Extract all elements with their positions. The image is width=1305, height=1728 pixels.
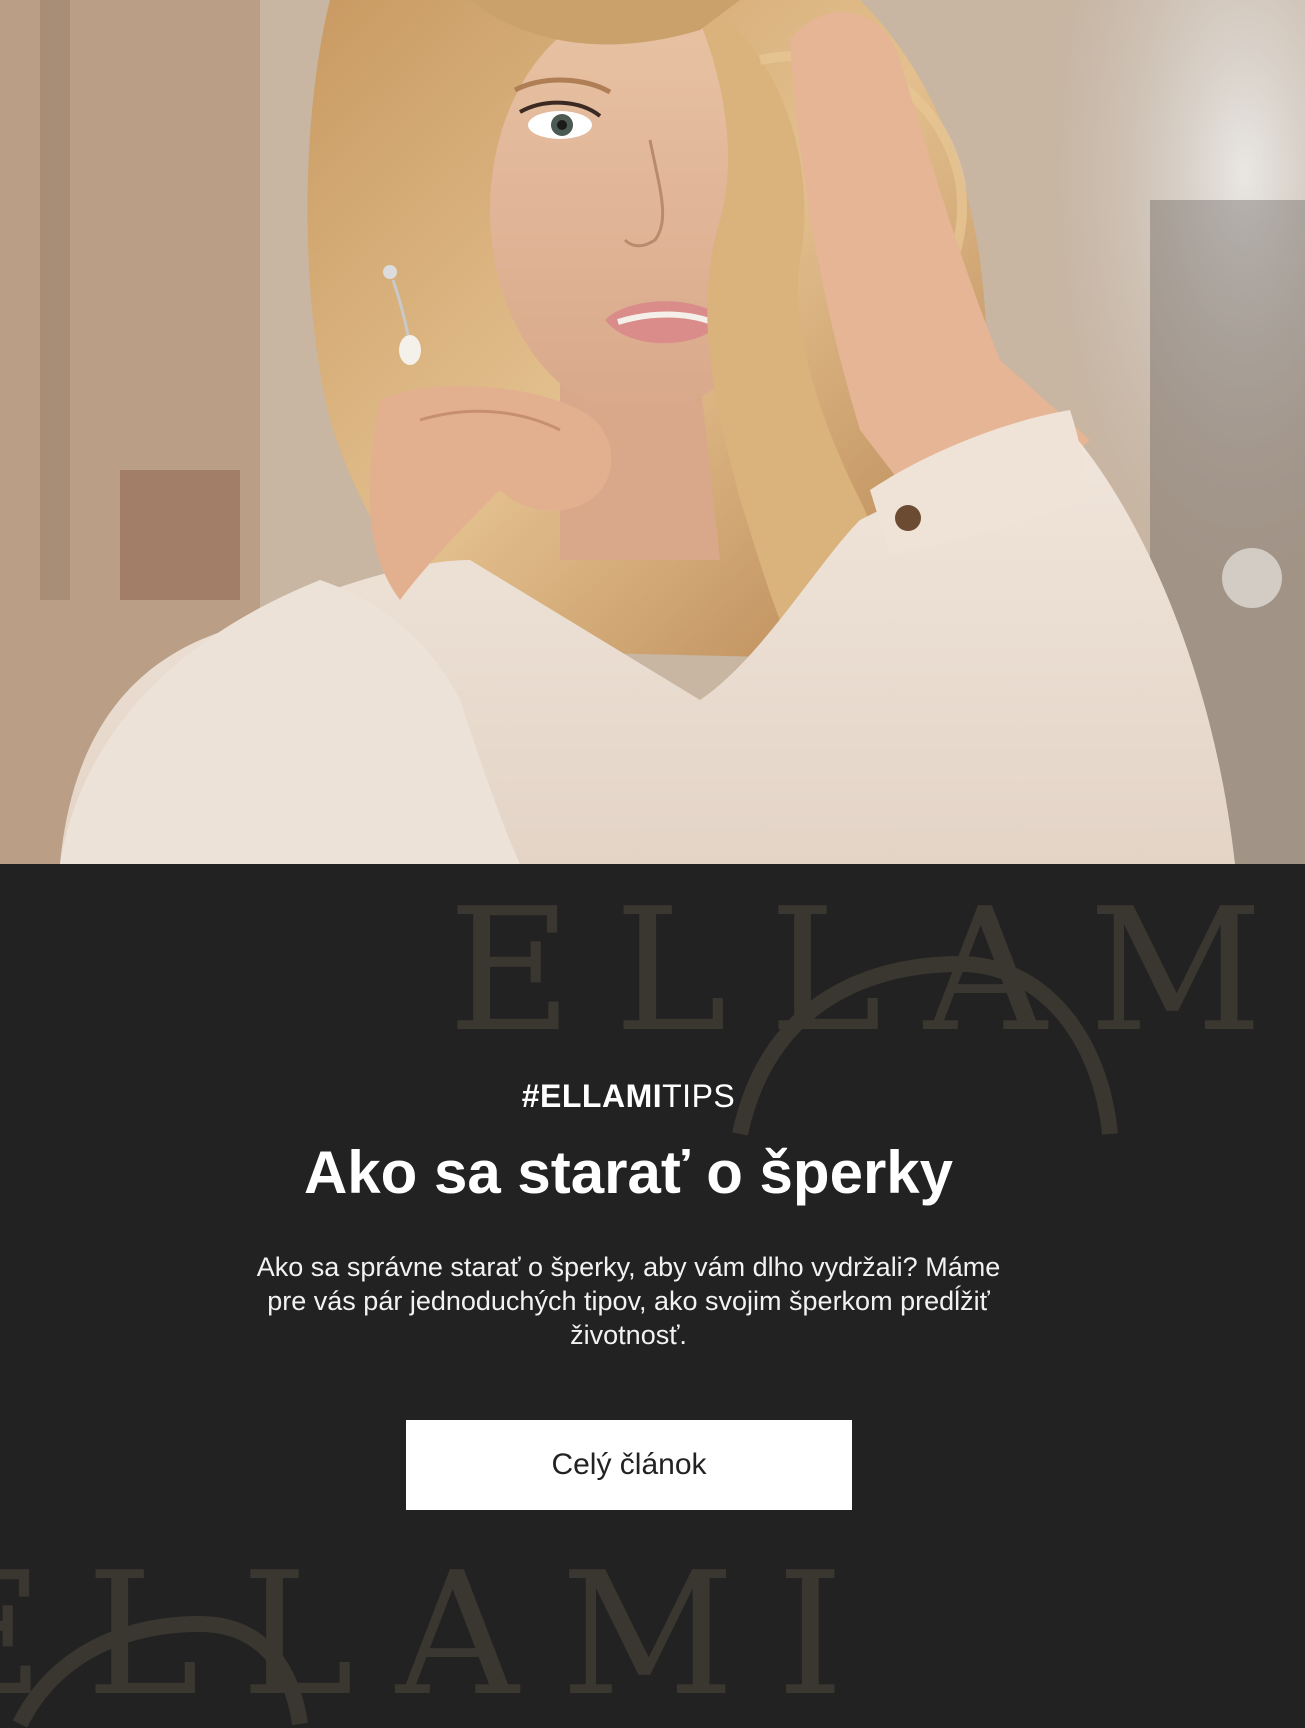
- hero-photo-illustration: [0, 0, 1305, 864]
- article-description: Ako sa správne starať o šperky, aby vám …: [256, 1252, 1001, 1350]
- hashtag-brand: #ELLAMI: [521, 1078, 663, 1114]
- read-article-button[interactable]: Celý článok: [406, 1420, 852, 1510]
- hashtag-suffix: TIPS: [662, 1078, 736, 1114]
- newsletter-page: ELLAMI ELLAMI #ELLAMITIPS Ako sa starať …: [0, 0, 1305, 1728]
- article-title: Ako sa starať o šperky: [303, 1139, 954, 1206]
- hashtag-label: #ELLAMITIPS: [0, 1078, 1257, 1115]
- watermark-logo-bottom: ELLAMI: [0, 1536, 886, 1728]
- hero-image: [0, 0, 1305, 864]
- tips-section: ELLAMI ELLAMI #ELLAMITIPS Ako sa starať …: [0, 864, 1305, 1728]
- watermark-logo-top: ELLAMI: [448, 872, 1305, 1070]
